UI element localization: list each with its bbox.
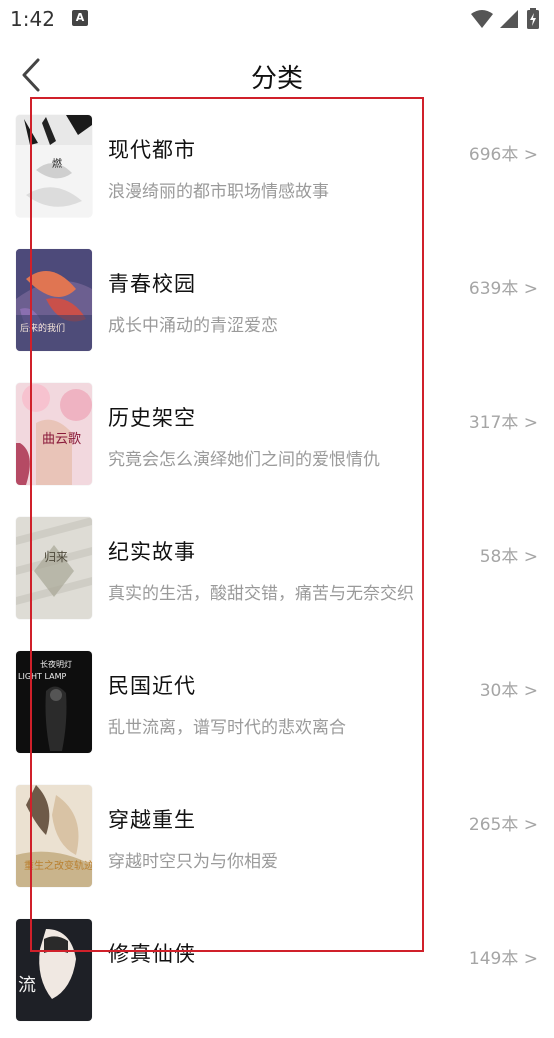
category-name: 纪实故事 — [108, 540, 196, 564]
svg-text:曲云歌: 曲云歌 — [42, 432, 81, 447]
category-name: 穿越重生 — [108, 808, 196, 832]
category-count: 639本 > — [468, 279, 538, 299]
book-cover: 燃 — [16, 115, 92, 217]
book-cover: 长夜明灯 LIGHT LAMP — [16, 651, 92, 753]
battery-charging-icon — [527, 8, 539, 29]
signal-icon — [500, 10, 518, 28]
category-item-true-stories[interactable]: 归来 纪实故事 真实的生活，酸甜交错，痛苦与无奈交织 58本 > — [0, 502, 554, 636]
cover-art: 曲云歌 — [16, 383, 92, 485]
status-time: 1:42 — [10, 7, 55, 31]
svg-text:长夜明灯: 长夜明灯 — [40, 659, 72, 669]
svg-text:燃: 燃 — [52, 157, 62, 170]
app-notification-icon: A — [72, 10, 88, 26]
category-name: 历史架空 — [108, 406, 196, 430]
category-count: 317本 > — [468, 413, 538, 433]
svg-text:重生之改变轨迹: 重生之改变轨迹 — [24, 859, 92, 872]
category-count: 265本 > — [468, 815, 538, 835]
cover-art: 燃 — [16, 115, 92, 217]
cover-art: 归来 — [16, 517, 92, 619]
status-icons — [462, 8, 542, 30]
category-count: 58本 > — [479, 547, 538, 567]
category-item-alt-history[interactable]: 曲云歌 历史架空 究竟会怎么演绎她们之间的爱恨情仇 317本 > — [0, 368, 554, 502]
category-item-republic-era[interactable]: 长夜明灯 LIGHT LAMP 民国近代 乱世流离，谱写时代的悲欢离合 30本 … — [0, 636, 554, 770]
category-name: 青春校园 — [108, 272, 196, 296]
svg-text:后来的我们: 后来的我们 — [20, 322, 65, 334]
category-description: 究竟会怎么演绎她们之间的爱恨情仇 — [108, 450, 380, 470]
book-cover: 重生之改变轨迹 — [16, 785, 92, 887]
svg-text:归来: 归来 — [44, 550, 68, 564]
category-item-xianxia[interactable]: 流 修真仙侠 149本 > — [0, 904, 554, 1038]
category-item-time-travel[interactable]: 重生之改变轨迹 穿越重生 穿越时空只为与你相爱 265本 > — [0, 770, 554, 904]
cover-art: 长夜明灯 LIGHT LAMP — [16, 651, 92, 753]
status-bar: 1:42 A — [0, 0, 554, 38]
category-count: 696本 > — [468, 145, 538, 165]
category-description: 穿越时空只为与你相爱 — [108, 852, 278, 872]
category-item-modern-city[interactable]: 燃 现代都市 浪漫绮丽的都市职场情感故事 696本 > — [0, 100, 554, 234]
category-description: 浪漫绮丽的都市职场情感故事 — [108, 182, 329, 202]
book-cover: 流 — [16, 919, 92, 1021]
category-description: 真实的生活，酸甜交错，痛苦与无奈交织 — [108, 584, 414, 604]
category-description: 成长中涌动的青涩爱恋 — [108, 316, 278, 336]
book-cover: 曲云歌 — [16, 383, 92, 485]
page-title: 分类 — [250, 64, 303, 94]
category-item-youth-campus[interactable]: 后来的我们 青春校园 成长中涌动的青涩爱恋 639本 > — [0, 234, 554, 368]
book-cover: 归来 — [16, 517, 92, 619]
category-name: 修真仙侠 — [108, 942, 196, 966]
category-name: 民国近代 — [108, 674, 196, 698]
svg-text:LIGHT LAMP: LIGHT LAMP — [18, 672, 66, 681]
book-cover: 后来的我们 — [16, 249, 92, 351]
cover-art: 流 — [16, 919, 92, 1021]
cover-art: 后来的我们 — [16, 249, 92, 351]
category-name: 现代都市 — [108, 138, 196, 162]
category-description: 乱世流离，谱写时代的悲欢离合 — [108, 718, 346, 738]
category-count: 149本 > — [468, 949, 538, 969]
svg-text:流: 流 — [18, 975, 36, 996]
cover-art: 重生之改变轨迹 — [16, 785, 92, 887]
wifi-icon — [471, 10, 493, 28]
category-count: 30本 > — [479, 681, 538, 701]
